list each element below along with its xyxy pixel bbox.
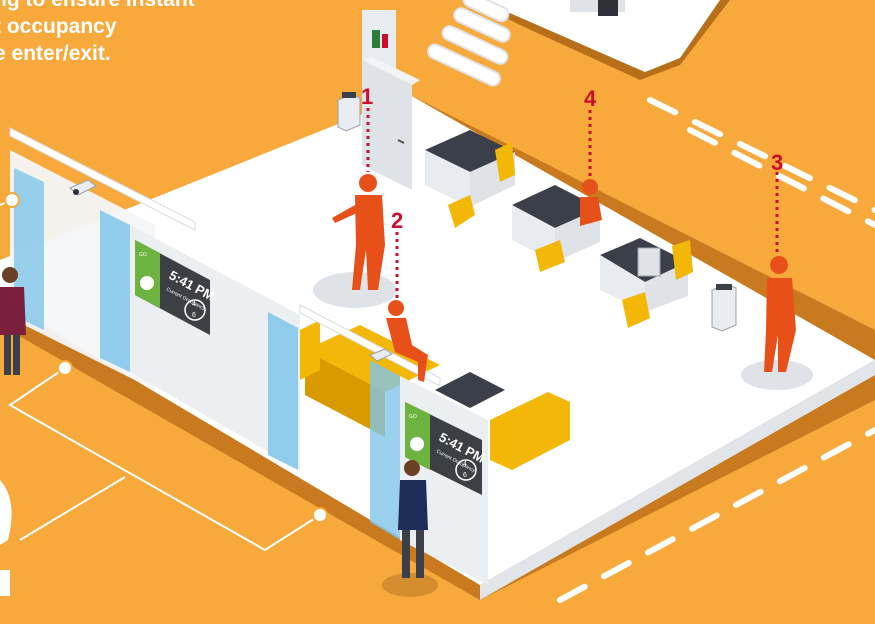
partial-icon xyxy=(0,480,12,596)
printer xyxy=(337,92,361,132)
screen-status: GO xyxy=(409,414,417,420)
caption-line: ng to ensure instant xyxy=(0,0,294,13)
screen-count-bottom: 6 xyxy=(192,312,196,319)
person-silhouette xyxy=(580,179,602,226)
screen-count-bottom: 6 xyxy=(463,472,467,479)
printer xyxy=(711,283,737,332)
marker-label-4: 4 xyxy=(584,86,597,111)
caption-text: ng to ensure instant t occupancy e enter… xyxy=(0,0,294,67)
caption-line: e enter/exit. xyxy=(0,42,111,65)
screen-count-top: 4 xyxy=(192,301,196,308)
screen-status: GO xyxy=(139,252,147,258)
screen-count-top: 4 xyxy=(463,461,467,468)
caption-line: t occupancy xyxy=(0,15,117,38)
stairs xyxy=(426,0,511,87)
isometric-office-scene: GO 5:41 PM Current Occupancy 4 6 GO 5:41… xyxy=(0,0,875,603)
marker-label-1: 1 xyxy=(361,84,373,109)
office-occupancy-illustration: GO 5:41 PM Current Occupancy 4 6 GO 5:41… xyxy=(0,0,875,619)
marker-label-2: 2 xyxy=(391,208,403,233)
marker-label-3: 3 xyxy=(771,150,783,175)
